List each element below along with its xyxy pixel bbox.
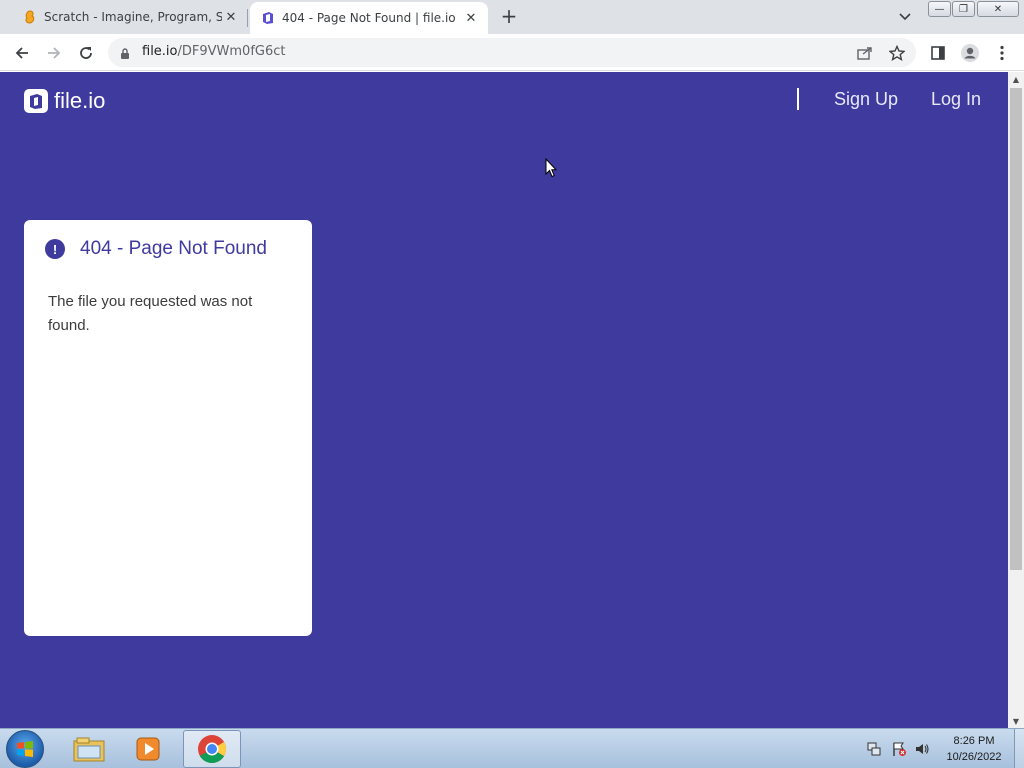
error-title: 404 - Page Not Found (80, 238, 267, 259)
media-player-icon[interactable] (120, 730, 178, 768)
kebab-menu-icon[interactable] (990, 41, 1014, 65)
show-desktop-button[interactable] (1014, 729, 1024, 768)
fileio-favicon-icon (260, 10, 276, 26)
url-host: file.io (142, 44, 178, 59)
page-content: file.io Sign Up Log In ! 404 - Page Not … (0, 72, 1008, 728)
clock-time: 8:26 PM (953, 735, 995, 747)
alert-icon: ! (45, 239, 65, 259)
minimize-button[interactable]: — (928, 1, 951, 17)
volume-icon[interactable] (914, 741, 930, 757)
fileio-logo-icon (24, 89, 48, 113)
tab-separator (247, 9, 248, 27)
log-in-link[interactable]: Log In (931, 89, 981, 110)
close-tab-icon[interactable]: ✕ (462, 9, 480, 27)
url-path: /DF9VWm0fG6ct (177, 44, 286, 59)
site-logo[interactable]: file.io (24, 88, 105, 114)
tab-fileio[interactable]: 404 - Page Not Found | file.io ✕ (250, 2, 488, 34)
tab-scratch[interactable]: Scratch - Imagine, Program, Shar ✕ (0, 0, 248, 34)
chrome-icon[interactable] (183, 730, 241, 768)
bookmark-star-icon[interactable] (888, 44, 906, 62)
taskbar: 8:26 PM 10/26/2022 (0, 728, 1024, 768)
sign-up-link[interactable]: Sign Up (834, 89, 898, 110)
mouse-cursor-icon (545, 157, 558, 182)
url-text: file.io/DF9VWm0fG6ct (142, 44, 286, 59)
profile-avatar-icon[interactable] (958, 41, 982, 65)
start-button[interactable] (6, 730, 44, 768)
forward-arrow-icon[interactable] (42, 41, 66, 65)
reload-icon[interactable] (74, 41, 98, 65)
error-card-header: ! 404 - Page Not Found (45, 238, 267, 260)
logo-text: file.io (54, 88, 106, 113)
tab-search-chevron-icon[interactable] (896, 8, 914, 26)
share-icon[interactable] (856, 44, 874, 62)
network-icon[interactable] (866, 741, 882, 757)
close-tab-icon[interactable]: ✕ (222, 8, 240, 26)
lock-icon[interactable] (120, 45, 130, 64)
tab-title: Scratch - Imagine, Program, Shar (44, 10, 222, 24)
clock-date: 10/26/2022 (946, 751, 1002, 763)
scroll-down-icon[interactable]: ▼ (1008, 714, 1024, 728)
address-bar[interactable]: file.io/DF9VWm0fG6ct (108, 38, 916, 67)
scratch-favicon-icon (22, 9, 38, 25)
error-message: The file you requested was not found. (48, 293, 253, 334)
maximize-button[interactable]: ❐ (952, 1, 975, 17)
nav-divider (797, 88, 799, 110)
page-scrollbar[interactable]: ▲ ▼ (1008, 72, 1024, 728)
back-arrow-icon[interactable] (10, 41, 34, 65)
tab-strip: Scratch - Imagine, Program, Shar ✕ 404 -… (0, 0, 1024, 34)
scroll-thumb[interactable] (1010, 88, 1022, 570)
browser-toolbar: file.io/DF9VWm0fG6ct (0, 34, 1024, 71)
error-card: ! 404 - Page Not Found The file you requ… (24, 220, 312, 636)
new-tab-button[interactable]: + (498, 4, 520, 28)
windows-explorer-icon[interactable] (60, 730, 118, 768)
system-clock[interactable]: 8:26 PM 10/26/2022 (938, 733, 1010, 765)
close-window-button[interactable]: ✕ (977, 1, 1019, 17)
side-panel-icon[interactable] (926, 41, 950, 65)
tab-title: 404 - Page Not Found | file.io (282, 11, 456, 25)
scroll-up-icon[interactable]: ▲ (1008, 72, 1024, 86)
action-center-flag-icon[interactable] (891, 741, 907, 757)
